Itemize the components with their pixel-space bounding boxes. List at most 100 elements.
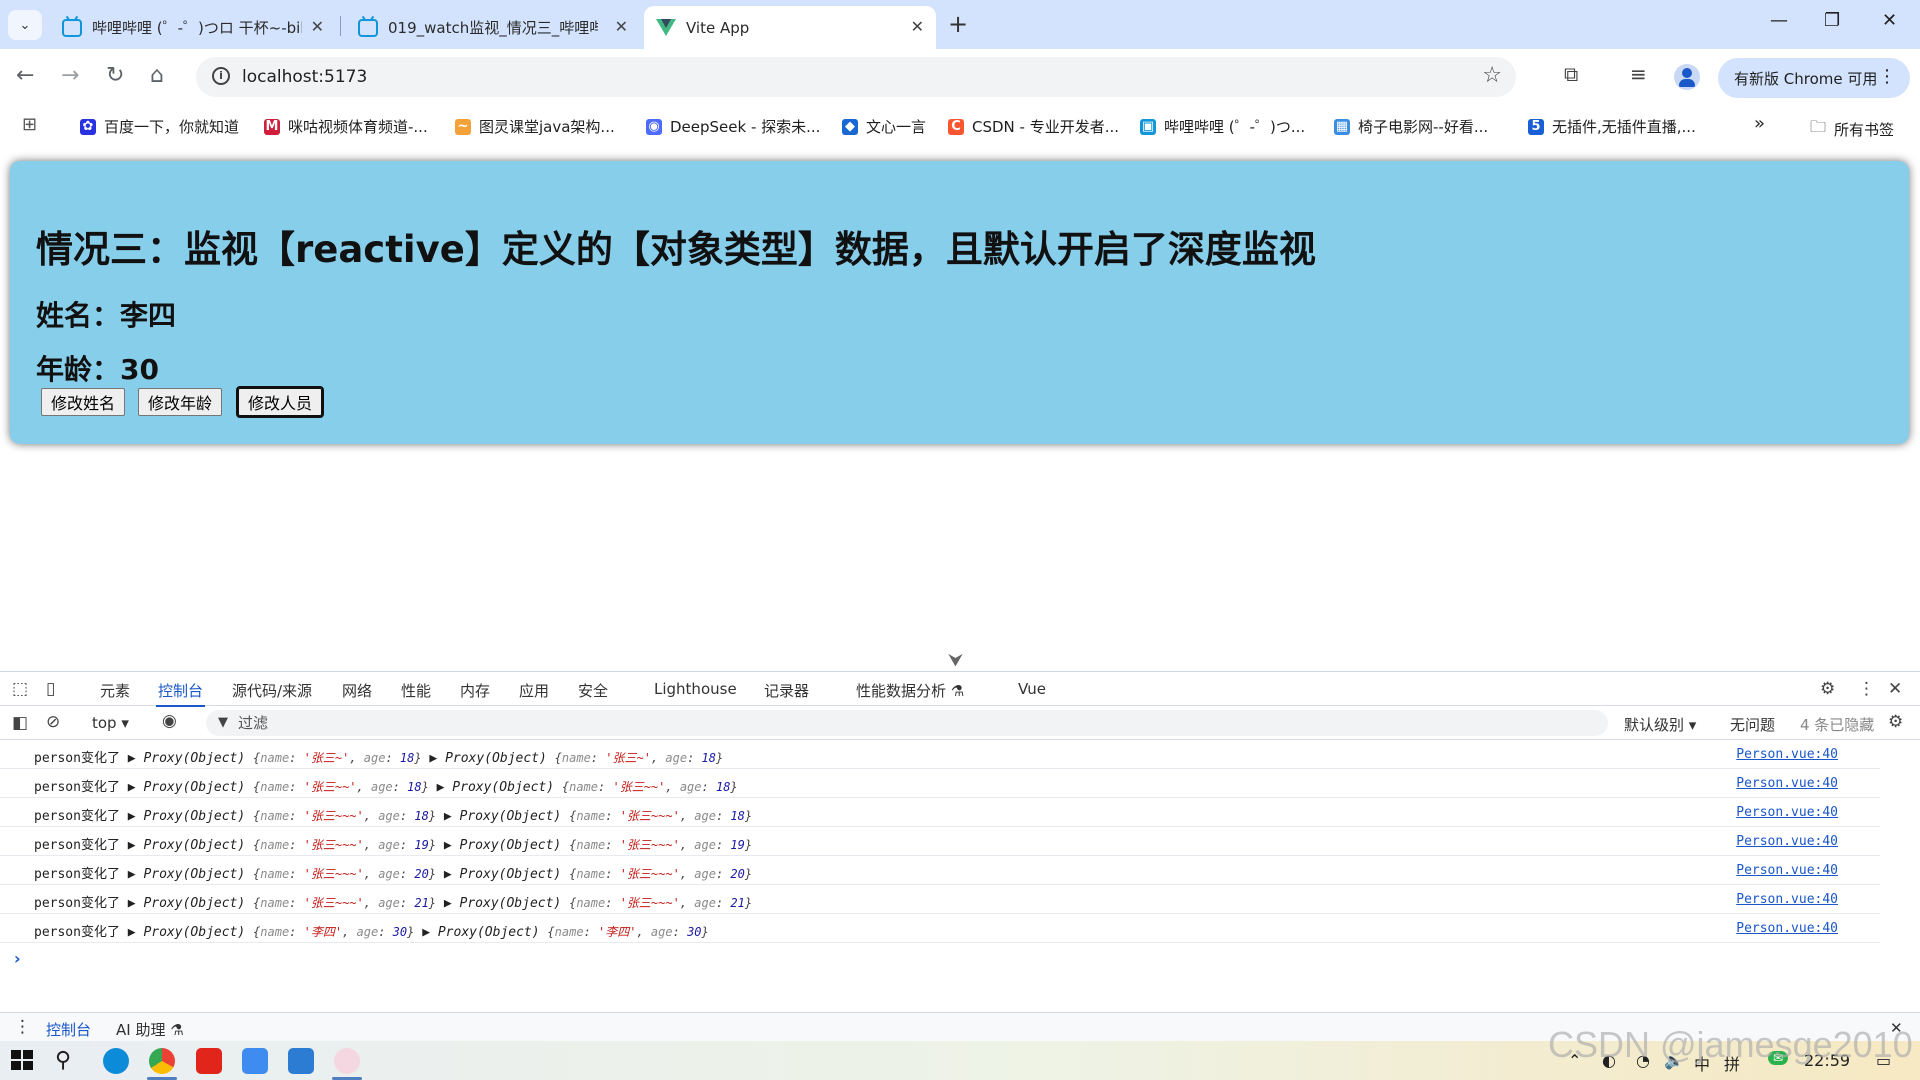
bookmark-baidu[interactable]: ✿ 百度一下，你就知道 [80, 116, 239, 137]
search-icon[interactable]: ⚲ [55, 1048, 81, 1074]
close-tab-icon[interactable]: ✕ [311, 17, 324, 36]
drawer-tab-ai-assistant[interactable]: AI 助理 ⚗ [116, 1019, 184, 1040]
vscode-icon[interactable] [288, 1048, 314, 1074]
home-icon[interactable]: ⌂ [150, 63, 164, 88]
tab-watch-video[interactable]: 019_watch监视_情况三_哔哩哔 ✕ [346, 6, 640, 49]
change-age-button[interactable]: 修改年龄 [138, 388, 223, 416]
bookmark-csdn[interactable]: C CSDN - 专业开发者... [948, 116, 1119, 137]
console-log-row[interactable]: person变化了 ▶ Proxy(Object) {name: '张三~~~'… [0, 856, 1880, 885]
url-text[interactable]: localhost:5173 [242, 67, 367, 87]
drawer-menu-icon[interactable]: ⋮ [14, 1017, 31, 1037]
gear-icon[interactable]: ⚙ [1820, 679, 1835, 699]
bookmark-star-icon[interactable]: ☆ [1482, 63, 1502, 88]
expand-triangle-icon[interactable]: ▶ [437, 780, 445, 795]
close-tab-icon[interactable]: ✕ [615, 17, 628, 36]
expand-triangle-icon[interactable]: ▶ [444, 867, 452, 882]
profile-avatar-icon[interactable] [1674, 64, 1700, 90]
expand-triangle-icon[interactable]: ▶ [128, 838, 136, 853]
devtools-tab-performance[interactable]: 性能 [401, 680, 431, 701]
youdao-icon[interactable] [196, 1048, 222, 1074]
forward-arrow-icon[interactable]: → [61, 63, 79, 88]
devtools-tab-memory[interactable]: 内存 [460, 680, 490, 701]
feishu-icon[interactable] [242, 1048, 268, 1074]
expand-triangle-icon[interactable]: ▶ [444, 896, 452, 911]
expand-triangle-icon[interactable]: ▶ [128, 925, 136, 940]
inspect-element-icon[interactable]: ⬚ [12, 679, 28, 699]
log-level-selector[interactable]: 默认级别 ▾ [1624, 714, 1696, 735]
clear-console-icon[interactable]: ⊘ [46, 712, 60, 732]
site-info-icon[interactable]: i [212, 67, 230, 85]
log-source-link[interactable]: Person.vue:40 [1736, 921, 1838, 936]
log-source-link[interactable]: Person.vue:40 [1736, 834, 1838, 849]
log-source-link[interactable]: Person.vue:40 [1736, 747, 1838, 762]
console-filter-input[interactable]: ▼ 过滤 [206, 710, 1608, 736]
devtools-tab-application[interactable]: 应用 [519, 680, 549, 701]
bookmark-wenxin[interactable]: ◆ 文心一言 [842, 116, 926, 137]
bookmark-live[interactable]: 5 无插件,无插件直播,... [1528, 116, 1696, 137]
minimize-icon[interactable]: — [1770, 10, 1788, 31]
console-log-row[interactable]: person变化了 ▶ Proxy(Object) {name: '张三~~~'… [0, 827, 1880, 856]
tab-bilibili[interactable]: 哔哩哔哩 (゜-゜)つロ 干杯~-bili ✕ [50, 6, 336, 49]
tab-search-button[interactable]: ⌄ [8, 10, 42, 40]
expand-triangle-icon[interactable]: ▶ [128, 780, 136, 795]
devtools-tab-perf-insights[interactable]: 性能数据分析 ⚗ [856, 680, 964, 701]
expand-triangle-icon[interactable]: ▶ [422, 925, 430, 940]
bookmark-bilibili[interactable]: ▣ 哔哩哔哩 (゜-゜)つ... [1140, 116, 1305, 137]
console-log-row[interactable]: person变化了 ▶ Proxy(Object) {name: '张三~~~'… [0, 885, 1880, 914]
restore-icon[interactable]: ❐ [1824, 10, 1840, 31]
change-person-button[interactable]: 修改人员 [235, 386, 325, 418]
console-log-row[interactable]: person变化了 ▶ Proxy(Object) {name: '张三~~~'… [0, 798, 1880, 827]
collapse-drawer-icon[interactable]: ⮟ [948, 650, 963, 671]
console-prompt[interactable]: › [14, 949, 21, 968]
log-source-link[interactable]: Person.vue:40 [1736, 892, 1838, 907]
devtools-tab-console[interactable]: 控制台 [155, 680, 206, 707]
change-name-button[interactable]: 修改姓名 [41, 388, 126, 416]
console-log-row[interactable]: person变化了 ▶ Proxy(Object) {name: '张三~', … [0, 740, 1880, 769]
close-tab-icon[interactable]: ✕ [911, 17, 924, 36]
devtools-tab-lighthouse[interactable]: Lighthouse [654, 680, 737, 698]
log-source-link[interactable]: Person.vue:40 [1736, 776, 1838, 791]
devtools-tab-security[interactable]: 安全 [578, 680, 608, 701]
chrome-update-button[interactable]: 有新版 Chrome 可用 ⋮ [1718, 58, 1910, 98]
chrome-icon[interactable] [149, 1048, 175, 1074]
bookmark-migu[interactable]: M 咪咕视频体育频道-... [264, 116, 428, 137]
expand-triangle-icon[interactable]: ▶ [128, 867, 136, 882]
apps-grid-icon[interactable]: ⊞ [22, 114, 37, 135]
issues-count[interactable]: 无问题 [1730, 714, 1775, 735]
more-menu-icon[interactable]: ⋮ [1878, 66, 1896, 87]
bookmark-deepseek[interactable]: ◉ DeepSeek - 探索未... [646, 116, 820, 137]
console-settings-icon[interactable]: ⚙ [1888, 712, 1903, 732]
console-log-row[interactable]: person变化了 ▶ Proxy(Object) {name: '张三~~',… [0, 769, 1880, 798]
expand-triangle-icon[interactable]: ▶ [444, 809, 452, 824]
snipping-tool-icon[interactable] [334, 1048, 360, 1074]
sidebar-toggle-icon[interactable]: ◧ [12, 713, 28, 733]
new-tab-button[interactable]: + [948, 10, 968, 38]
expand-triangle-icon[interactable]: ▶ [128, 751, 136, 766]
expand-triangle-icon[interactable]: ▶ [128, 896, 136, 911]
log-source-link[interactable]: Person.vue:40 [1736, 863, 1838, 878]
back-arrow-icon[interactable]: ← [16, 63, 34, 88]
log-source-link[interactable]: Person.vue:40 [1736, 805, 1838, 820]
drawer-tab-console[interactable]: 控制台 [46, 1019, 91, 1040]
edge-icon[interactable] [103, 1048, 129, 1074]
tab-vite-app[interactable]: Vite App ✕ [644, 6, 936, 49]
expand-triangle-icon[interactable]: ▶ [429, 751, 437, 766]
expand-triangle-icon[interactable]: ▶ [444, 838, 452, 853]
devtools-tab-sources[interactable]: 源代码/来源 [232, 680, 312, 701]
devtools-menu-icon[interactable]: ⋮ [1858, 679, 1875, 699]
address-bar[interactable]: i localhost:5173 ☆ [196, 57, 1516, 97]
device-toolbar-icon[interactable]: ▯ [46, 679, 55, 699]
console-log-row[interactable]: person变化了 ▶ Proxy(Object) {name: '李四', a… [0, 914, 1880, 943]
close-devtools-icon[interactable]: ✕ [1888, 679, 1902, 699]
close-window-icon[interactable]: ✕ [1882, 10, 1897, 31]
devtools-tab-vue[interactable]: Vue [1018, 680, 1046, 698]
eye-icon[interactable]: ◉ [162, 711, 177, 731]
devtools-tab-network[interactable]: 网络 [342, 680, 372, 701]
bookmark-movie[interactable]: ▦ 椅子电影网--好看... [1334, 116, 1488, 137]
reload-icon[interactable]: ↻ [106, 63, 124, 88]
media-controls-icon[interactable]: ≡ [1630, 62, 1647, 86]
bookmark-tuling[interactable]: ~ 图灵课堂java架构... [455, 116, 615, 137]
devtools-tab-recorder[interactable]: 记录器 [764, 680, 809, 701]
expand-triangle-icon[interactable]: ▶ [128, 809, 136, 824]
windows-start-icon[interactable] [10, 1048, 36, 1074]
